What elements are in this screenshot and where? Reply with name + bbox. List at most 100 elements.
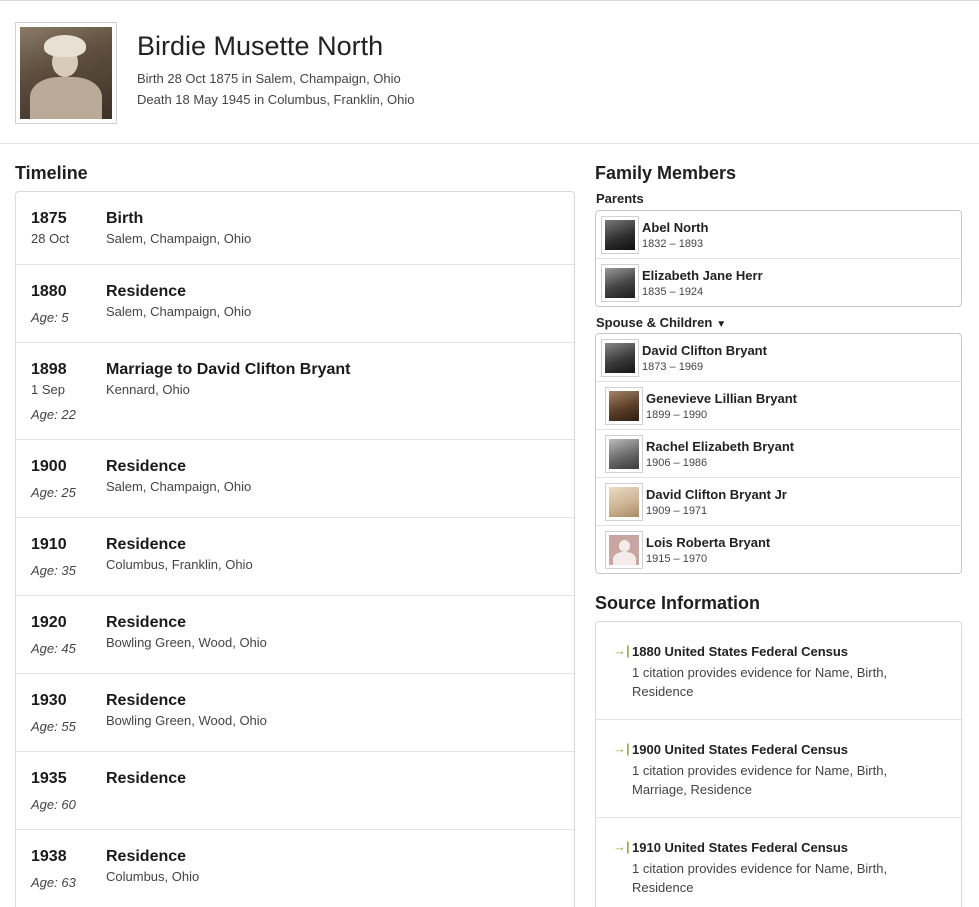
parents-label: Parents [596, 191, 644, 206]
family-member-row[interactable]: David Clifton Bryant 1873 – 1969 [596, 334, 961, 382]
timeline-year: 1930 [31, 692, 67, 709]
member-photo [605, 387, 643, 425]
family-member-row[interactable]: Genevieve Lillian Bryant 1899 – 1990 [596, 382, 961, 430]
timeline-row[interactable]: 1938 Age: 63 Residence Columbus, Ohio [16, 830, 574, 907]
timeline-row[interactable]: 1935 Age: 60 Residence [16, 752, 574, 830]
timeline-row[interactable]: 1900 Age: 25 Residence Salem, Champaign,… [16, 440, 574, 518]
timeline-event[interactable]: Residence [106, 692, 186, 710]
portrait-hat-shape [44, 35, 86, 57]
source-information-title: Source Information [595, 593, 761, 613]
timeline-event[interactable]: Residence [106, 614, 186, 632]
source-item[interactable]: →| 1880 United States Federal Census 1 c… [596, 622, 961, 720]
portrait-image [20, 27, 112, 119]
person-header: Birdie Musette North Birth 28 Oct 1875 i… [0, 0, 979, 144]
member-dates: 1899 – 1990 [646, 409, 708, 421]
member-dates: 1915 – 1970 [646, 553, 708, 565]
source-description: 1 citation provides evidence for Name, B… [632, 861, 888, 895]
timeline-event[interactable]: Residence [106, 458, 186, 476]
spouse-children-list: David Clifton Bryant 1873 – 1969 Genevie… [595, 333, 962, 574]
source-description: 1 citation provides evidence for Name, B… [632, 763, 888, 797]
timeline-year: 1920 [31, 614, 67, 631]
timeline-year: 1898 [31, 361, 67, 378]
timeline-panel: 1875 28 Oct Birth Salem, Champaign, Ohio… [15, 191, 575, 907]
family-member-row[interactable]: Lois Roberta Bryant 1915 – 1970 [596, 526, 961, 574]
timeline-place: Kennard, Ohio [106, 382, 190, 397]
person-name: Birdie Musette North [137, 31, 384, 61]
timeline-row[interactable]: 1920 Age: 45 Residence Bowling Green, Wo… [16, 596, 574, 674]
timeline-row[interactable]: 1930 Age: 55 Residence Bowling Green, Wo… [16, 674, 574, 752]
profile-photo[interactable] [15, 22, 117, 124]
member-photo [605, 435, 643, 473]
member-dates: 1906 – 1986 [646, 457, 708, 469]
timeline-year: 1880 [31, 283, 67, 300]
timeline-year: 1910 [31, 536, 67, 553]
member-dates: 1873 – 1969 [642, 361, 704, 373]
family-members-title: Family Members [595, 163, 737, 183]
family-member-row[interactable]: Elizabeth Jane Herr 1835 – 1924 [596, 259, 961, 307]
timeline-event[interactable]: Residence [106, 770, 186, 788]
member-name[interactable]: David Clifton Bryant [642, 343, 767, 358]
member-photo [601, 216, 639, 254]
timeline-title: Timeline [15, 163, 88, 183]
photo-fill [605, 268, 635, 298]
member-dates: 1909 – 1971 [646, 505, 708, 517]
member-name[interactable]: Elizabeth Jane Herr [642, 268, 763, 283]
timeline-event[interactable]: Marriage to David Clifton Bryant [106, 361, 350, 379]
family-member-row[interactable]: Rachel Elizabeth Bryant 1906 – 1986 [596, 430, 961, 478]
member-name[interactable]: Lois Roberta Bryant [646, 535, 770, 550]
portrait-body-shape [30, 77, 102, 119]
source-title[interactable]: 1880 United States Federal Census [632, 644, 848, 659]
photo-fill [609, 487, 639, 517]
timeline-place: Salem, Champaign, Ohio [106, 304, 252, 319]
timeline-place: Salem, Champaign, Ohio [106, 231, 252, 246]
member-photo [605, 483, 643, 521]
timeline-place: Bowling Green, Wood, Ohio [106, 713, 267, 728]
timeline-age: Age: 22 [31, 407, 76, 422]
member-photo [601, 264, 639, 302]
member-name[interactable]: David Clifton Bryant Jr [646, 487, 787, 502]
source-arrow-icon: →| [613, 643, 630, 658]
family-member-row[interactable]: David Clifton Bryant Jr 1909 – 1971 [596, 478, 961, 526]
member-name[interactable]: Rachel Elizabeth Bryant [646, 439, 794, 454]
photo-fill [605, 343, 635, 373]
source-item[interactable]: →| 1910 United States Federal Census 1 c… [596, 818, 961, 907]
death-summary: Death 18 May 1945 in Columbus, Franklin,… [137, 92, 415, 107]
silhouette-body [613, 552, 636, 565]
member-name[interactable]: Genevieve Lillian Bryant [646, 391, 797, 406]
birth-summary: Birth 28 Oct 1875 in Salem, Champaign, O… [137, 71, 401, 86]
silhouette-head [619, 540, 630, 552]
member-dates: 1835 – 1924 [642, 286, 704, 298]
source-arrow-icon: →| [613, 839, 630, 854]
source-title[interactable]: 1900 United States Federal Census [632, 742, 848, 757]
member-photo [605, 531, 643, 569]
source-title[interactable]: 1910 United States Federal Census [632, 840, 848, 855]
timeline-row[interactable]: 1898 1 Sep Age: 22 Marriage to David Cli… [16, 343, 574, 440]
parents-list: Abel North 1832 – 1893 Elizabeth Jane He… [595, 210, 962, 307]
timeline-event[interactable]: Residence [106, 848, 186, 866]
photo-fill [605, 220, 635, 250]
timeline-event[interactable]: Residence [106, 283, 186, 301]
timeline-date: 28 Oct [31, 231, 70, 246]
spouse-children-label: Spouse & Children [596, 315, 713, 330]
source-arrow-icon: →| [613, 741, 630, 756]
timeline-place: Bowling Green, Wood, Ohio [106, 635, 267, 650]
timeline-year: 1900 [31, 458, 67, 475]
timeline-age: Age: 55 [31, 719, 76, 734]
timeline-event[interactable]: Birth [106, 210, 143, 228]
family-member-row[interactable]: Abel North 1832 – 1893 [596, 211, 961, 259]
timeline-row[interactable]: 1880 Age: 5 Residence Salem, Champaign, … [16, 265, 574, 343]
source-item[interactable]: →| 1900 United States Federal Census 1 c… [596, 720, 961, 818]
timeline-row[interactable]: 1910 Age: 35 Residence Columbus, Frankli… [16, 518, 574, 596]
photo-fill [609, 439, 639, 469]
timeline-row[interactable]: 1875 28 Oct Birth Salem, Champaign, Ohio [16, 192, 574, 265]
timeline-place: Salem, Champaign, Ohio [106, 479, 252, 494]
timeline-age: Age: 63 [31, 875, 76, 890]
sources-list: →| 1880 United States Federal Census 1 c… [595, 621, 962, 907]
timeline-event[interactable]: Residence [106, 536, 186, 554]
timeline-year: 1935 [31, 770, 67, 787]
source-description: 1 citation provides evidence for Name, B… [632, 665, 888, 699]
spouse-children-toggle[interactable]: Spouse & Children ▼ [596, 315, 726, 330]
timeline-age: Age: 35 [31, 563, 76, 578]
member-dates: 1832 – 1893 [642, 238, 704, 250]
member-name[interactable]: Abel North [642, 220, 708, 235]
